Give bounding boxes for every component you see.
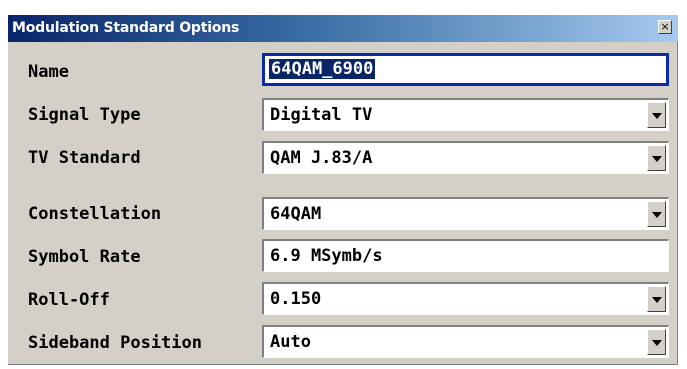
name-input-value: 64QAM_6900 <box>269 59 376 79</box>
title-bar[interactable]: Modulation Standard Options × <box>8 15 678 42</box>
tv-standard-dropdown[interactable]: QAM J.83/A <box>262 141 669 174</box>
name-label: Name <box>28 62 69 82</box>
roll-off-label: Roll-Off <box>28 290 110 310</box>
sideband-position-value: Auto <box>270 332 311 352</box>
tv-standard-label: TV Standard <box>28 148 141 168</box>
name-input[interactable]: 64QAM_6900 <box>262 53 669 86</box>
symbol-rate-label: Symbol Rate <box>28 247 141 267</box>
dialog-title: Modulation Standard Options <box>12 20 240 36</box>
signal-type-dropdown-button[interactable] <box>647 102 666 128</box>
chevron-down-icon <box>652 297 662 303</box>
modulation-standard-options-dialog: Modulation Standard Options × Name 64QAM… <box>8 15 678 365</box>
signal-type-label: Signal Type <box>28 105 141 125</box>
constellation-dropdown-button[interactable] <box>647 201 666 227</box>
chevron-down-icon <box>652 340 662 346</box>
close-button[interactable]: × <box>658 20 672 34</box>
constellation-dropdown[interactable]: 64QAM <box>262 197 669 230</box>
symbol-rate-input[interactable]: 6.9 MSymb/s <box>262 239 669 272</box>
constellation-label: Constellation <box>28 204 162 224</box>
roll-off-dropdown[interactable]: 0.150 <box>262 282 669 315</box>
sideband-position-dropdown-button[interactable] <box>647 329 666 355</box>
tv-standard-value: QAM J.83/A <box>270 148 373 168</box>
tv-standard-dropdown-button[interactable] <box>647 145 666 171</box>
chevron-down-icon <box>652 156 662 162</box>
roll-off-dropdown-button[interactable] <box>647 286 666 312</box>
chevron-down-icon <box>652 113 662 119</box>
roll-off-value: 0.150 <box>270 289 322 309</box>
close-icon: × <box>660 20 670 33</box>
chevron-down-icon <box>652 212 662 218</box>
symbol-rate-value: 6.9 MSymb/s <box>270 246 383 266</box>
signal-type-value: Digital TV <box>270 105 373 125</box>
sideband-position-label: Sideband Position <box>28 333 202 353</box>
signal-type-dropdown[interactable]: Digital TV <box>262 98 669 131</box>
sideband-position-dropdown[interactable]: Auto <box>262 325 669 358</box>
constellation-value: 64QAM <box>270 204 322 224</box>
